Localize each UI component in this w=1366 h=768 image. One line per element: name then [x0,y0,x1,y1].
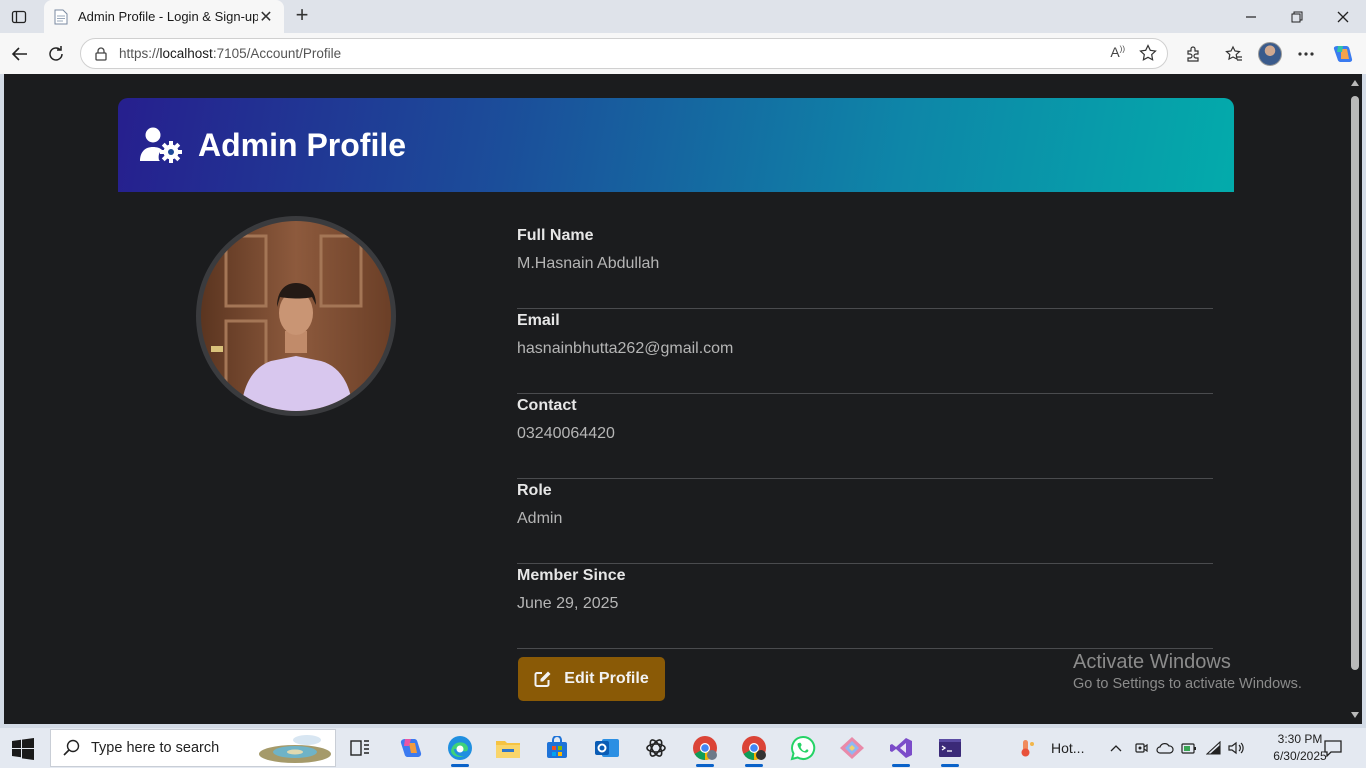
field-role: Role Admin [517,479,1213,564]
field-label: Full Name [517,227,594,244]
page-title: Admin Profile [198,126,407,163]
file-explorer-icon[interactable] [494,734,522,762]
favorite-star-icon[interactable] [1139,44,1157,67]
extensions-icon[interactable] [1180,41,1206,67]
profile-avatar-icon[interactable] [1257,41,1283,67]
user-gear-icon [140,127,182,163]
favorites-icon[interactable] [1221,41,1247,67]
taskbar-search-input[interactable]: Type here to search [50,729,336,767]
chrome-profile-1-icon[interactable] [691,734,719,762]
field-email: Email hasnainbhutta262@gmail.com [517,309,1213,394]
field-label: Member Since [517,567,626,584]
page-viewport: Admin Profile Full Name M.Hasnain Abdull… [4,74,1348,724]
browser-titlebar: Admin Profile - Login & Sign-up ✕ + [0,0,1366,33]
battery-saver-icon[interactable] [1181,728,1197,768]
restore-icon[interactable] [1274,0,1320,33]
field-value: hasnainbhutta262@gmail.com [517,340,734,357]
field-value: June 29, 2025 [517,595,619,612]
browser-toolbar: https://localhost:7105/Account/Profile A… [0,33,1366,74]
chatgpt-icon[interactable] [642,734,670,762]
tab-title: Admin Profile - Login & Sign-up [78,9,258,24]
windows-taskbar: Type here to search Hot... 3:30 PM 6/30/… [0,728,1366,768]
field-member-since: Member Since June 29, 2025 [517,564,1213,649]
page-scrollbar[interactable] [1348,74,1362,724]
scroll-down-icon[interactable] [1351,712,1359,718]
browser-tab[interactable]: Admin Profile - Login & Sign-up ✕ [44,0,284,33]
profile-header: Admin Profile [118,98,1234,192]
new-tab-icon[interactable]: + [290,4,314,28]
meet-now-icon[interactable] [1134,728,1148,768]
clock-time: 3:30 PM [1277,732,1323,746]
site-info-icon[interactable] [93,46,109,62]
clock-date: 6/30/2025 [1273,749,1327,763]
system-clock[interactable]: 3:30 PM 6/30/2025 [1270,731,1330,765]
show-hidden-icons[interactable] [1110,728,1122,768]
refresh-icon[interactable] [43,41,69,67]
field-value: Admin [517,510,563,527]
notifications-icon[interactable] [1324,728,1342,768]
edit-profile-button[interactable]: Edit Profile [518,657,665,701]
watermark-subtitle: Go to Settings to activate Windows. [1073,676,1302,692]
field-value: 03240064420 [517,425,615,442]
tab-actions-icon[interactable] [8,6,30,28]
copilot-icon[interactable] [1330,41,1356,67]
field-label: Email [517,312,560,329]
scrollbar-thumb[interactable] [1351,96,1359,670]
field-value: M.Hasnain Abdullah [517,255,660,272]
visual-studio-icon[interactable] [887,734,915,762]
profile-picture-frame [196,216,396,416]
thermometer-icon [1021,740,1034,757]
address-bar[interactable]: https://localhost:7105/Account/Profile A… [80,38,1168,69]
read-aloud-icon[interactable]: A)) [1110,44,1125,67]
field-full-name: Full Name M.Hasnain Abdullah [517,224,1213,309]
weather-widget[interactable]: Hot... [1018,728,1084,768]
onedrive-icon[interactable] [1156,728,1174,768]
network-icon[interactable] [1206,728,1222,768]
search-placeholder: Type here to search [91,740,220,756]
git-tool-icon[interactable] [838,734,866,762]
search-highlight-icon [259,735,331,763]
page-favicon-icon [54,9,68,24]
volume-icon[interactable] [1228,728,1246,768]
edit-profile-label: Edit Profile [564,670,649,687]
field-label: Role [517,482,552,499]
whatsapp-icon[interactable] [789,734,817,762]
task-view-icon[interactable] [346,734,374,762]
copilot-taskbar-icon[interactable] [397,734,425,762]
microsoft-store-icon[interactable] [543,734,571,762]
edit-icon [534,671,551,687]
back-icon[interactable] [7,41,33,67]
outlook-icon[interactable] [593,734,621,762]
windows-start-icon[interactable] [12,738,34,760]
activate-windows-watermark: Activate Windows Go to Settings to activ… [1073,651,1302,692]
weather-text: Hot... [1051,740,1085,756]
close-window-icon[interactable] [1320,0,1366,33]
field-contact: Contact 03240064420 [517,394,1213,479]
edge-browser-icon[interactable] [446,734,474,762]
more-options-icon[interactable] [1293,41,1319,67]
tab-close-icon[interactable]: ✕ [258,7,274,27]
profile-details: Full Name M.Hasnain Abdullah Email hasna… [517,224,1213,649]
profile-picture [201,221,391,411]
terminal-icon[interactable] [936,734,964,762]
minimize-icon[interactable] [1228,0,1274,33]
watermark-title: Activate Windows [1073,651,1231,673]
url-text: https://localhost:7105/Account/Profile [119,46,342,61]
scroll-up-icon[interactable] [1351,80,1359,86]
search-icon [63,739,80,756]
chrome-profile-2-icon[interactable] [740,734,768,762]
field-label: Contact [517,397,577,414]
